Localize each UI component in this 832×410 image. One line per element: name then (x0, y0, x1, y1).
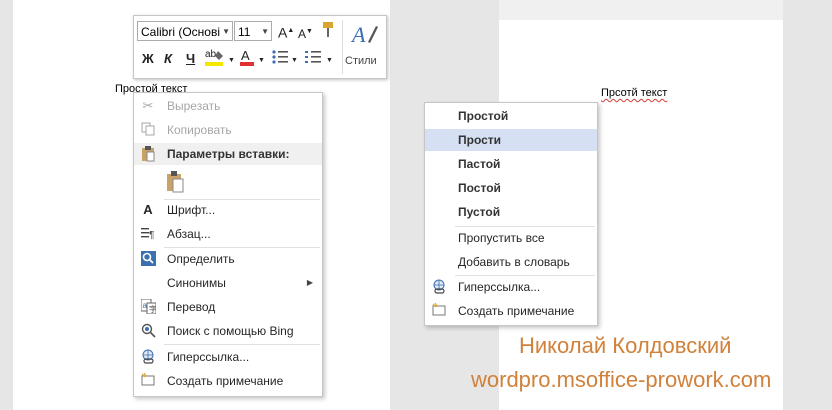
font-name-value: Calibri (Основі (141, 25, 221, 39)
italic-button[interactable]: К (164, 50, 172, 68)
styles-icon: A (350, 20, 379, 51)
highlight-button[interactable]: ab (204, 47, 228, 74)
menu-item-paragraph[interactable]: ¶ Абзац... (134, 223, 322, 245)
font-color-button[interactable]: A (239, 47, 255, 74)
copy-icon (140, 122, 156, 138)
svg-text:字: 字 (149, 304, 156, 314)
comment-icon (140, 372, 156, 389)
spelling-context-menu: Простой Прости Пастой Постой Пустой Проп… (424, 102, 598, 326)
font-size-value: 11 (238, 25, 251, 39)
chevron-down-icon: ▼ (261, 27, 269, 36)
suggestion-item[interactable]: Прости (425, 129, 597, 151)
svg-text:A: A (351, 22, 366, 47)
misspelled-text-right[interactable]: Прсотй текст (601, 87, 667, 99)
format-painter-icon[interactable] (320, 21, 336, 44)
font-size-box[interactable]: 11 ▼ (234, 21, 272, 41)
bullets-icon[interactable] (271, 47, 289, 72)
svg-text:ab: ab (205, 49, 217, 60)
menu-separator (164, 344, 320, 345)
menu-item-hyperlink[interactable]: Гиперссылка... (134, 346, 322, 368)
mini-toolbar: Calibri (Основі ▼ 11 ▼ A▲ A▼ Ж К Ч ab ▼ … (133, 15, 387, 79)
numbering-icon[interactable] (304, 47, 322, 72)
workspace-top-right (499, 0, 783, 20)
bold-button[interactable]: Ж (142, 50, 154, 68)
context-menu: ✂ Вырезать Копировать Параметры вставки:… (133, 92, 323, 397)
chevron-down-icon: ▼ (222, 27, 230, 36)
chevron-down-icon[interactable]: ▼ (291, 52, 298, 70)
chevron-down-icon[interactable]: ▼ (258, 52, 265, 70)
menu-item-new-comment[interactable]: Создать примечание (134, 370, 322, 392)
paste-option-icon (167, 171, 184, 193)
menu-header-paste-options: Параметры вставки: (134, 143, 322, 165)
font-icon: A (143, 202, 153, 217)
menu-item-ignore-all[interactable]: Пропустить все (425, 227, 597, 249)
define-icon (140, 251, 156, 267)
menu-item-bing-search[interactable]: Поиск с помощью Bing (134, 320, 322, 342)
watermark-author: Николай Колдовский (519, 333, 732, 358)
paste-icon (140, 146, 156, 162)
shrink-font-icon[interactable]: A▼ (298, 23, 313, 43)
suggestion-item[interactable]: Постой (425, 177, 597, 199)
menu-item-define[interactable]: Определить (134, 248, 322, 270)
chevron-down-icon[interactable]: ▼ (326, 52, 333, 70)
comment-icon (431, 302, 447, 319)
hyperlink-icon (431, 279, 447, 295)
workspace-right (783, 0, 832, 410)
menu-item-copy[interactable]: Копировать (134, 119, 322, 141)
suggestion-item[interactable]: Пастой (425, 153, 597, 175)
menu-item-add-to-dictionary[interactable]: Добавить в словарь (425, 251, 597, 273)
font-name-box[interactable]: Calibri (Основі ▼ (137, 21, 233, 41)
menu-item-cut[interactable]: ✂ Вырезать (134, 95, 322, 117)
menu-item-font[interactable]: A Шрифт... (134, 199, 322, 221)
menu-item-hyperlink[interactable]: Гиперссылка... (425, 276, 597, 298)
paragraph-icon: ¶ (140, 226, 156, 242)
styles-button[interactable]: A Стили (342, 20, 385, 74)
menu-item-new-comment[interactable]: Создать примечание (425, 300, 597, 322)
translate-icon: a字 (140, 298, 157, 315)
grow-font-icon[interactable]: A▲ (278, 22, 294, 42)
workspace-left (0, 0, 13, 410)
underline-button[interactable]: Ч (186, 50, 195, 68)
chevron-right-icon: ▶ (306, 278, 313, 287)
svg-text:¶: ¶ (149, 230, 154, 240)
scissors-icon: ✂ (142, 98, 154, 113)
suggestion-item[interactable]: Пустой (425, 201, 597, 223)
paste-keep-text-only-button[interactable] (164, 170, 188, 194)
chevron-down-icon[interactable]: ▼ (228, 52, 235, 70)
svg-text:A: A (241, 48, 250, 63)
search-icon (140, 323, 156, 339)
watermark-site: wordpro.msoffice-prowork.com (471, 367, 772, 392)
suggestion-item[interactable]: Простой (425, 105, 597, 127)
menu-item-synonyms[interactable]: Синонимы ▶ (134, 272, 322, 294)
hyperlink-icon (140, 349, 156, 365)
styles-label: Стили (345, 55, 377, 67)
menu-item-translate[interactable]: a字 Перевод (134, 296, 322, 318)
